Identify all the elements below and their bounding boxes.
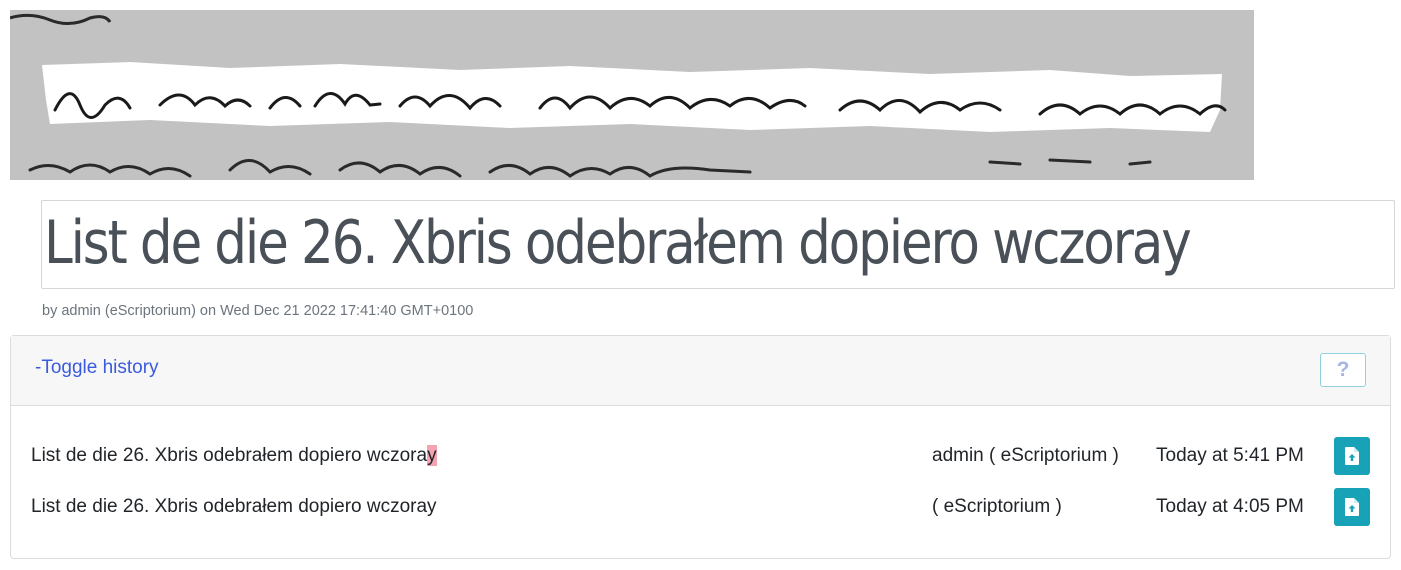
transcription-text: List de die 26. Xbris odebrałem dopiero …	[44, 208, 1192, 278]
toggle-history-link[interactable]: -Toggle history	[35, 357, 159, 379]
history-row-text: List de die 26. Xbris odebrałem dopiero …	[31, 445, 437, 467]
history-row-text-main: List de die 26. Xbris odebrałem dopiero …	[31, 496, 437, 517]
history-header: -Toggle history ?	[11, 336, 1390, 406]
load-version-button[interactable]	[1334, 488, 1370, 526]
transcription-byline: by admin (eScriptorium) on Wed Dec 21 20…	[42, 303, 474, 319]
history-row: List de die 26. Xbris odebrałem dopiero …	[31, 488, 1370, 526]
history-row-time: Today at 5:41 PM	[1156, 445, 1304, 466]
history-row-text-main: List de die 26. Xbris odebrałem dopiero …	[31, 445, 428, 466]
history-row-text: List de die 26. Xbris odebrałem dopiero …	[31, 496, 437, 518]
manuscript-line-image	[10, 10, 1254, 180]
help-button[interactable]: ?	[1320, 353, 1366, 387]
file-upload-icon	[1345, 447, 1359, 465]
history-row-user: ( eScriptorium )	[932, 496, 1062, 517]
history-row: List de die 26. Xbris odebrałem dopiero …	[31, 437, 1370, 475]
history-row-time: Today at 4:05 PM	[1156, 496, 1304, 517]
help-icon: ?	[1336, 358, 1350, 381]
diff-highlight: y	[427, 445, 437, 466]
history-card: -Toggle history ? List de die 26. Xbris …	[10, 335, 1391, 559]
history-row-user: admin ( eScriptorium )	[932, 445, 1119, 466]
load-version-button[interactable]	[1334, 437, 1370, 475]
file-upload-icon	[1345, 498, 1359, 516]
transcription-input[interactable]: List de die 26. Xbris odebrałem dopiero …	[41, 200, 1395, 289]
